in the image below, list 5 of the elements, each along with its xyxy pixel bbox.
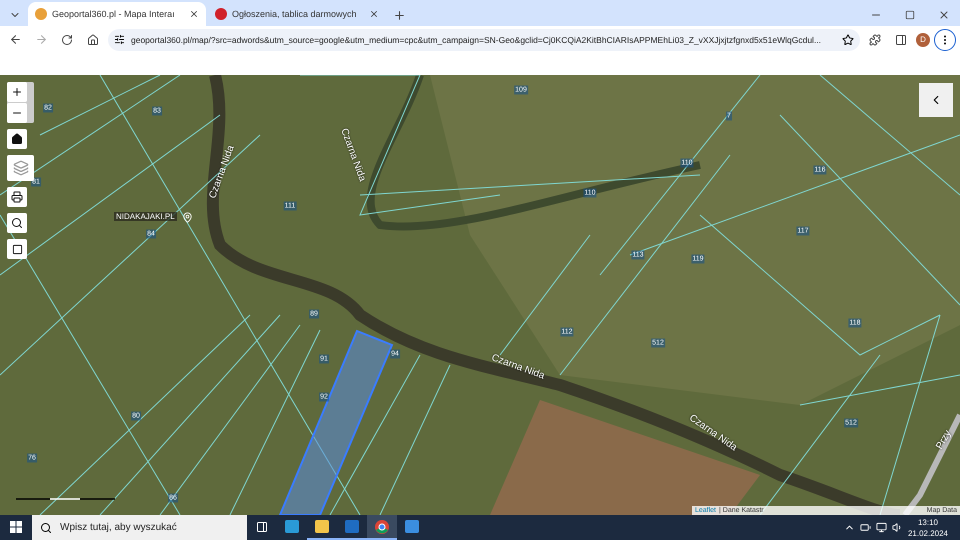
river-name: Czarna Nida bbox=[207, 144, 237, 200]
url-text: geoportal360.pl/map/?src=adwords&utm_source=google&utm_medium=cpc&utm_campaign=SN-Geo&gclid=Cj0KCQiA2KitBhCIARIsAPPMEhLi03_Z_vXXJjxjtzfgnxd5x51eWlqGcdul... bbox=[131, 34, 822, 44]
river-name: Czarna Nida bbox=[490, 352, 546, 382]
river-name: Czarna Nida bbox=[338, 127, 368, 183]
place-name: NIDAKAJAKI.PL bbox=[114, 212, 177, 221]
